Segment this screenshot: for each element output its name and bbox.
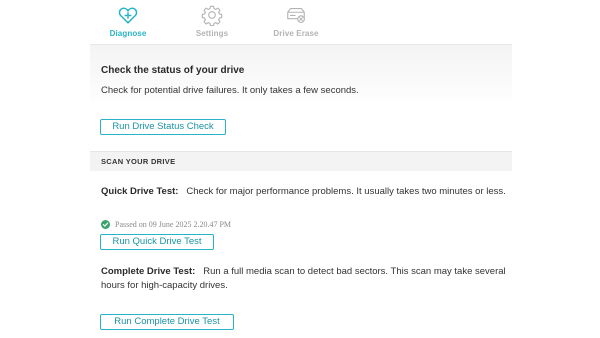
scan-section-header: SCAN YOUR DRIVE [90,151,512,171]
tab-label: Settings [195,29,229,38]
tab-bar: Diagnose Settings Drive Erase [90,0,512,45]
test-description: Check for major performance problems. It… [186,186,506,197]
check-circle-icon [101,219,110,229]
heart-plus-icon [118,7,138,24]
drive-utility-window: Diagnose Settings Drive Erase Check the … [0,0,600,338]
drive-status-section: Check the status of your drive Check for… [90,45,512,150]
run-complete-drive-test-button[interactable]: Run Complete Drive Test [100,314,234,330]
tab-label: Diagnose [109,29,147,38]
test-name: Quick Drive Test: [101,186,179,197]
section-description: Check for potential drive failures. It o… [101,85,359,96]
complete-drive-test-info: Complete Drive Test: Run a full media sc… [101,265,511,293]
gear-icon [201,5,223,26]
section-header-label: SCAN YOUR DRIVE [101,157,176,166]
section-title: Check the status of your drive [101,65,245,76]
test-name: Complete Drive Test: [101,266,196,277]
tab-diagnose[interactable]: Diagnose [92,4,164,44]
tab-drive-erase[interactable]: Drive Erase [260,4,332,44]
quick-test-result: Passed on 09 June 2025 2.20.47 PM [101,219,232,232]
quick-drive-test-info: Quick Drive Test: Check for major perfor… [101,185,511,199]
run-quick-drive-test-button[interactable]: Run Quick Drive Test [100,234,214,250]
run-drive-status-check-button[interactable]: Run Drive Status Check [100,119,226,135]
tab-settings[interactable]: Settings [176,4,248,44]
result-text: Passed on 09 June 2025 2.20.47 PM [115,220,232,229]
tab-label: Drive Erase [273,29,319,38]
drive-erase-icon [287,8,305,23]
